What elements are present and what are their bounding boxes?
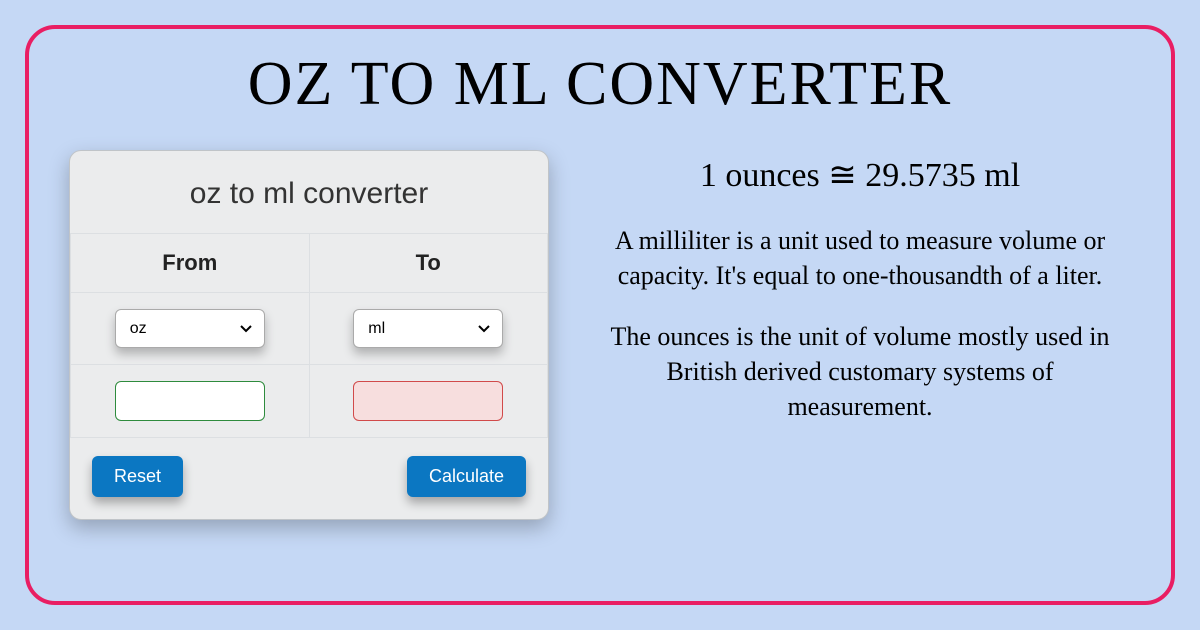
to-value-input[interactable] <box>353 381 503 421</box>
page-title: OZ TO ML CONVERTER <box>69 49 1131 120</box>
calculate-button[interactable]: Calculate <box>407 456 526 497</box>
to-header: To <box>309 234 548 293</box>
content-row: oz to ml converter From To oz <box>69 145 1131 520</box>
main-frame: OZ TO ML CONVERTER oz to ml converter Fr… <box>25 25 1175 605</box>
description-ounces: The ounces is the unit of volume mostly … <box>589 319 1131 424</box>
converter-table: From To oz ml <box>70 233 548 438</box>
widget-title: oz to ml converter <box>70 169 548 233</box>
button-row: Reset Calculate <box>70 438 548 501</box>
reset-button[interactable]: Reset <box>92 456 183 497</box>
info-column: 1 ounces ≅ 29.5735 ml A milliliter is a … <box>589 145 1131 450</box>
from-header: From <box>71 234 310 293</box>
description-milliliter: A milliliter is a unit used to measure v… <box>589 223 1131 293</box>
from-value-input[interactable] <box>115 381 265 421</box>
to-unit-select[interactable]: ml <box>353 309 503 348</box>
conversion-formula: 1 ounces ≅ 29.5735 ml <box>589 155 1131 195</box>
from-unit-select[interactable]: oz <box>115 309 265 348</box>
converter-widget: oz to ml converter From To oz <box>69 150 549 520</box>
